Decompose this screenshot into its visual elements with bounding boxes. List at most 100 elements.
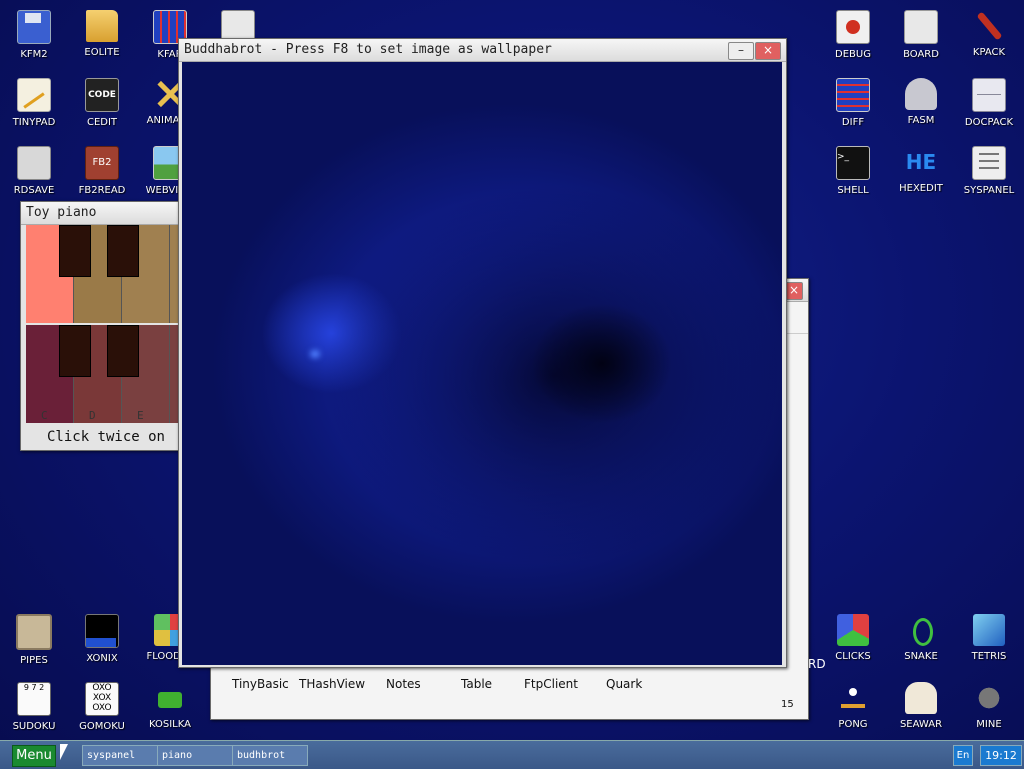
drive-icon [17, 146, 51, 180]
desktop-icon-kosilka[interactable]: KOSILKA [136, 674, 204, 738]
taskbar: Menu syspanel piano budhbrot En 19:12 [0, 740, 1024, 769]
toy-piano-titlebar[interactable]: Toy piano [21, 202, 191, 225]
language-indicator[interactable]: En [953, 745, 973, 766]
piano-hint: Click twice on [46, 429, 165, 445]
desktop-icon-cedit[interactable]: CODE CEDIT [68, 70, 136, 134]
icon-label: EOLITE [84, 47, 120, 58]
folder-icon [86, 10, 118, 42]
icon-label: TINYPAD [12, 117, 56, 128]
desktop-icon-tetris[interactable]: TETRIS [955, 606, 1023, 670]
minimize-button[interactable]: – [728, 42, 754, 60]
icon-label: XONIX [86, 653, 118, 664]
desktop-icon-snake[interactable]: SNAKE [887, 606, 955, 670]
note-label: E [137, 409, 144, 422]
app-quark[interactable]: Quark [606, 677, 642, 691]
clock[interactable]: 19:12 [980, 745, 1022, 766]
taskbar-item-budhbrot[interactable]: budhbrot [232, 745, 308, 766]
desktop-icon-fb2read[interactable]: FB2 FB2READ [68, 138, 136, 202]
desktop-icon-diff[interactable]: DIFF [819, 70, 887, 134]
desktop-icon-board[interactable]: BOARD [887, 2, 955, 66]
close-button[interactable]: × [755, 42, 781, 60]
app-tinybasic[interactable]: TinyBasic [232, 677, 289, 691]
window-title: Toy piano [26, 205, 97, 220]
bug-icon [836, 10, 870, 44]
piano-black-key[interactable] [59, 325, 91, 377]
pipes-icon [16, 614, 52, 650]
cabinet-icon [972, 78, 1006, 112]
desktop-icon-tinypad[interactable]: TINYPAD [0, 70, 68, 134]
icon-label: KOSILKA [149, 719, 191, 730]
icon-label: RDSAVE [13, 185, 55, 196]
app-table[interactable]: Table [461, 677, 492, 691]
desktop-icon-rdsave[interactable]: RDSAVE [0, 138, 68, 202]
icon-label: DOCPACK [964, 117, 1014, 128]
desktop-icon-kfm2[interactable]: KFM2 [0, 2, 68, 66]
icon-label: GOMOKU [79, 721, 125, 732]
background-window-close-button[interactable]: × [785, 282, 803, 300]
app-ftpclient[interactable]: FtpClient [524, 677, 578, 691]
icon-label: SUDOKU [12, 721, 56, 732]
gomoku-icon: OXO XOX OXO [85, 682, 119, 716]
desktop-icon-pong[interactable]: PONG [819, 674, 887, 738]
icon-label: PIPES [20, 655, 48, 666]
note-label: D [89, 409, 96, 422]
desktop-icon-sudoku[interactable]: 9 7 2 SUDOKU [0, 674, 68, 738]
terminal-icon: >_ [836, 146, 870, 180]
desktop-icon-xonix[interactable]: XONIX [68, 606, 136, 670]
desktop-icon-mine[interactable]: MINE [955, 674, 1023, 738]
icon-label: SEAWAR [899, 719, 943, 730]
buddhabrot-window[interactable]: Buddhabrot - Press F8 to set image as wa… [178, 38, 787, 668]
icon-label: HEXEDIT [899, 183, 943, 194]
desktop-icon-seawar[interactable]: SEAWAR [887, 674, 955, 738]
desktop-icon-eolite[interactable]: EOLITE [68, 2, 136, 66]
desktop-icon-hexedit[interactable]: HE HEXEDIT [887, 138, 955, 202]
icon-label: FASM [907, 115, 935, 126]
desktop-icon-kpack[interactable]: KPACK [955, 2, 1023, 66]
desktop-icon-debug[interactable]: DEBUG [819, 2, 887, 66]
sudoku-icon: 9 7 2 [17, 682, 51, 716]
piano-black-key[interactable] [107, 325, 139, 377]
floppy-icon [17, 10, 51, 44]
icon-label: TETRIS [971, 651, 1007, 662]
menu-button[interactable]: Menu [12, 745, 56, 767]
board-icon [904, 10, 938, 44]
buddhabrot-titlebar[interactable]: Buddhabrot - Press F8 to set image as wa… [179, 39, 786, 62]
taskbar-item-piano[interactable]: piano [157, 745, 233, 766]
book-icon: FB2 [85, 146, 119, 180]
icon-label: KFM2 [20, 49, 48, 60]
piano-black-key[interactable] [107, 225, 139, 277]
desktop-icon-docpack[interactable]: DOCPACK [955, 70, 1023, 134]
hex-editor-icon: HE [905, 150, 937, 174]
window-title: Buddhabrot - Press F8 to set image as wa… [184, 42, 552, 57]
app-thashview[interactable]: THashView [299, 677, 365, 691]
app-notes[interactable]: Notes [386, 677, 421, 691]
close-icon: × [762, 43, 774, 57]
piano-black-key[interactable] [59, 225, 91, 277]
desktop-icon-gomoku[interactable]: OXO XOX OXO GOMOKU [68, 674, 136, 738]
desktop-icon-shell[interactable]: >_ SHELL [819, 138, 887, 202]
desktop-icon-syspanel[interactable]: SYSPANEL [955, 138, 1023, 202]
taskbar-item-syspanel[interactable]: syspanel [82, 745, 158, 766]
desktop-icon-fasm[interactable]: FASM [887, 70, 955, 134]
icon-label: SNAKE [904, 651, 938, 662]
note-label: C [41, 409, 48, 422]
icon-label: FB2READ [78, 185, 126, 196]
lawnmower-icon [154, 682, 186, 714]
icon-label: BOARD [903, 49, 939, 60]
tetris-icon [973, 614, 1005, 646]
icon-label: SYSPANEL [963, 185, 1015, 196]
partial-label: RD [808, 657, 826, 671]
desktop-icon-pipes[interactable]: PIPES [0, 606, 68, 670]
toy-piano-window[interactable]: Toy piano C D E Click twice on [20, 201, 192, 451]
icon-label: PONG [838, 719, 868, 730]
buddhabrot-image [182, 62, 782, 665]
sliders-icon [972, 146, 1006, 180]
icon-label: KPACK [972, 47, 1006, 58]
fasm-icon [905, 78, 937, 110]
icon-label: DIFF [841, 117, 865, 128]
desktop-icon-clicks[interactable]: CLICKS [819, 606, 887, 670]
ship-icon [905, 682, 937, 714]
minimize-icon: – [738, 43, 744, 57]
icon-label: CEDIT [86, 117, 118, 128]
notepad-icon [17, 78, 51, 112]
